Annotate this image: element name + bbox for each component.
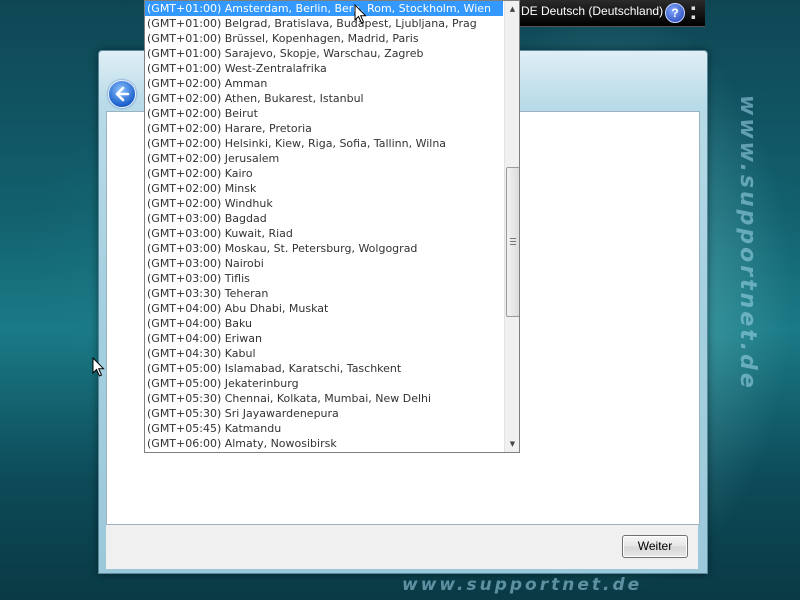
timezone-option[interactable]: (GMT+03:00) Moskau, St. Petersburg, Wolg… (145, 241, 503, 256)
help-icon[interactable]: ? (665, 3, 685, 23)
timezone-option[interactable]: (GMT+01:00) Brüssel, Kopenhagen, Madrid,… (145, 31, 503, 46)
timezone-option[interactable]: (GMT+04:00) Abu Dhabi, Muskat (145, 301, 503, 316)
timezone-option[interactable]: (GMT+02:00) Helsinki, Kiew, Riga, Sofia,… (145, 136, 503, 151)
timezone-option[interactable]: (GMT+02:00) Minsk (145, 181, 503, 196)
timezone-option[interactable]: (GMT+05:30) Sri Jayawardenepura (145, 406, 503, 421)
back-arrow-icon[interactable] (108, 80, 136, 108)
timezone-option[interactable]: (GMT+01:00) Belgrad, Bratislava, Budapes… (145, 16, 503, 31)
timezone-option[interactable]: (GMT+05:45) Katmandu (145, 421, 503, 436)
timezone-option[interactable]: (GMT+04:00) Baku (145, 316, 503, 331)
grip-icon[interactable]: ▪ ▪ (691, 4, 696, 22)
timezone-list: (GMT+01:00) Amsterdam, Berlin, Bern, Rom… (145, 1, 503, 451)
scroll-down-icon[interactable]: ▼ (505, 436, 519, 452)
timezone-option[interactable]: (GMT+05:30) Chennai, Kolkata, Mumbai, Ne… (145, 391, 503, 406)
timezone-option[interactable]: (GMT+02:00) Athen, Bukarest, Istanbul (145, 91, 503, 106)
timezone-option[interactable]: (GMT+03:00) Kuwait, Riad (145, 226, 503, 241)
timezone-option[interactable]: (GMT+03:00) Nairobi (145, 256, 503, 271)
grip-icon (510, 238, 516, 245)
scroll-thumb[interactable] (506, 167, 519, 317)
scroll-up-icon[interactable]: ▲ (505, 1, 519, 17)
watermark-horizontal: www.supportnet.de (402, 575, 643, 595)
timezone-option[interactable]: (GMT+02:00) Harare, Pretoria (145, 121, 503, 136)
next-button[interactable]: Weiter (622, 535, 688, 558)
language-selector[interactable]: DE Deutsch (Deutschland) (521, 4, 663, 18)
timezone-option[interactable]: (GMT+02:00) Kairo (145, 166, 503, 181)
timezone-option[interactable]: (GMT+02:00) Beirut (145, 106, 503, 121)
timezone-option[interactable]: (GMT+02:00) Windhuk (145, 196, 503, 211)
timezone-option[interactable]: (GMT+03:30) Teheran (145, 286, 503, 301)
timezone-dropdown-list[interactable]: (GMT+01:00) Amsterdam, Berlin, Bern, Rom… (144, 0, 520, 453)
timezone-option[interactable]: (GMT+01:00) Sarajevo, Skopje, Warschau, … (145, 46, 503, 61)
timezone-option[interactable]: (GMT+05:00) Islamabad, Karatschi, Taschk… (145, 361, 503, 376)
language-bar: DE Deutsch (Deutschland) ? ▪ ▪ (515, 0, 705, 27)
timezone-option[interactable]: (GMT+06:00) Almaty, Nowosibirsk (145, 436, 503, 451)
timezone-option[interactable]: (GMT+01:00) Amsterdam, Berlin, Bern, Rom… (145, 1, 503, 16)
timezone-option[interactable]: (GMT+05:00) Jekaterinburg (145, 376, 503, 391)
timezone-option[interactable]: (GMT+02:00) Amman (145, 76, 503, 91)
watermark-vertical: www.supportnet.de (735, 95, 760, 391)
dialog-footer: Weiter (106, 525, 698, 569)
scrollbar[interactable]: ▲ ▼ (504, 1, 519, 452)
mouse-pointer-icon (92, 357, 105, 377)
timezone-option[interactable]: (GMT+03:00) Bagdad (145, 211, 503, 226)
mouse-pointer-icon (354, 4, 367, 24)
timezone-option[interactable]: (GMT+02:00) Jerusalem (145, 151, 503, 166)
timezone-option[interactable]: (GMT+01:00) West-Zentralafrika (145, 61, 503, 76)
timezone-option[interactable]: (GMT+04:00) Eriwan (145, 331, 503, 346)
timezone-option[interactable]: (GMT+04:30) Kabul (145, 346, 503, 361)
timezone-option[interactable]: (GMT+03:00) Tiflis (145, 271, 503, 286)
